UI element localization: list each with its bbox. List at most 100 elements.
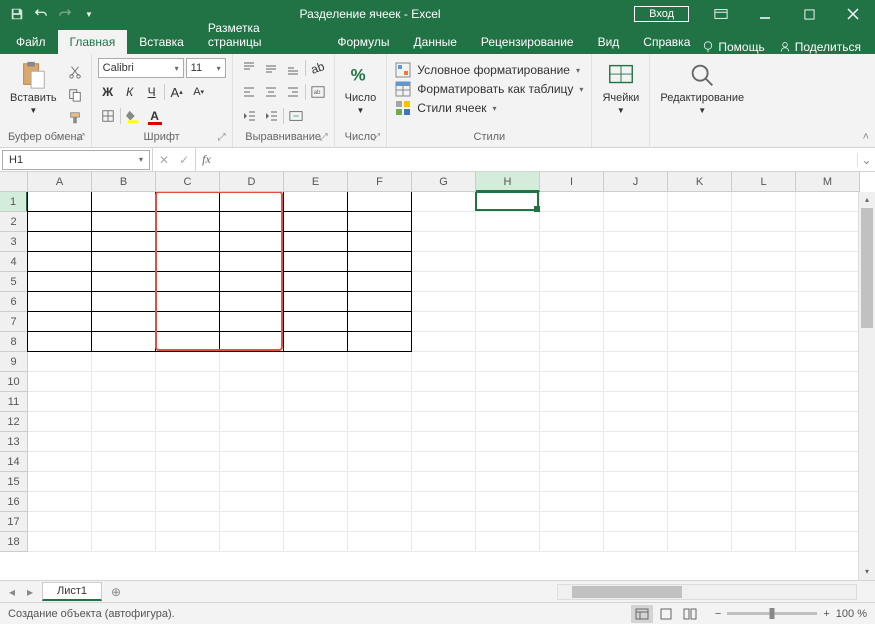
tell-me[interactable]: Помощь (702, 40, 764, 54)
cell[interactable] (283, 211, 348, 232)
cell[interactable] (604, 212, 668, 232)
cell[interactable] (219, 211, 284, 232)
tab-page-layout[interactable]: Разметка страницы (196, 16, 326, 54)
format-as-table-button[interactable]: Форматировать как таблицу▾ (395, 81, 583, 97)
cell[interactable] (796, 372, 860, 392)
cell[interactable] (348, 432, 412, 452)
underline-button[interactable]: Ч (142, 82, 162, 102)
cell[interactable] (220, 472, 284, 492)
cell[interactable] (27, 311, 92, 332)
cell[interactable] (156, 512, 220, 532)
col-header-H[interactable]: H (476, 172, 540, 192)
borders-icon[interactable] (98, 106, 118, 126)
row-header-5[interactable]: 5 (0, 272, 28, 292)
wrap-text-icon[interactable]: ab (308, 82, 328, 102)
cell[interactable] (796, 292, 860, 312)
cell[interactable] (156, 372, 220, 392)
orientation-icon[interactable]: ab (308, 58, 328, 78)
cell[interactable] (540, 432, 604, 452)
cell[interactable] (796, 392, 860, 412)
cell[interactable] (732, 452, 796, 472)
cell[interactable] (284, 352, 348, 372)
cancel-formula-icon[interactable]: ✕ (159, 153, 169, 167)
cell[interactable] (156, 432, 220, 452)
cell[interactable] (412, 432, 476, 452)
qat-save[interactable] (6, 3, 28, 25)
cell[interactable] (540, 292, 604, 312)
formula-input[interactable] (217, 148, 857, 171)
vertical-scrollbar[interactable]: ▴ ▾ (858, 192, 875, 580)
cell[interactable] (604, 252, 668, 272)
cell[interactable] (476, 292, 540, 312)
cell[interactable] (28, 492, 92, 512)
cell[interactable] (412, 412, 476, 432)
cell[interactable] (220, 432, 284, 452)
cell[interactable] (283, 251, 348, 272)
cell[interactable] (540, 452, 604, 472)
cell[interactable] (412, 392, 476, 412)
row-header-12[interactable]: 12 (0, 412, 28, 432)
cell[interactable] (668, 232, 732, 252)
row-header-14[interactable]: 14 (0, 452, 28, 472)
cell[interactable] (668, 272, 732, 292)
cell[interactable] (604, 432, 668, 452)
font-family-combo[interactable]: Calibri▾ (98, 58, 184, 78)
cell[interactable] (284, 392, 348, 412)
cell[interactable] (27, 192, 92, 212)
cell[interactable] (348, 372, 412, 392)
cell[interactable] (219, 311, 284, 332)
cell[interactable] (476, 352, 540, 372)
align-bottom-icon[interactable] (283, 58, 303, 78)
cell[interactable] (668, 352, 732, 372)
align-top-icon[interactable] (239, 58, 259, 78)
cell[interactable] (283, 231, 348, 252)
cell[interactable] (796, 432, 860, 452)
row-header-10[interactable]: 10 (0, 372, 28, 392)
cell[interactable] (540, 232, 604, 252)
cell[interactable] (668, 492, 732, 512)
font-color-icon[interactable]: A (145, 106, 165, 126)
row-header-3[interactable]: 3 (0, 232, 28, 252)
number-format-button[interactable]: % Число ▼ (341, 58, 381, 117)
cell[interactable] (28, 512, 92, 532)
sheet-nav-next[interactable]: ▸ (22, 585, 38, 599)
cell[interactable] (476, 212, 540, 232)
cell[interactable] (476, 192, 540, 212)
cell[interactable] (732, 232, 796, 252)
conditional-formatting-button[interactable]: Условное форматирование▾ (395, 62, 580, 78)
cell[interactable] (476, 232, 540, 252)
login-button[interactable]: Вход (634, 6, 689, 22)
cell[interactable] (27, 211, 92, 232)
cell[interactable] (220, 352, 284, 372)
zoom-out-button[interactable]: − (715, 608, 721, 620)
cell[interactable] (476, 392, 540, 412)
cell[interactable] (92, 432, 156, 452)
cell[interactable] (668, 532, 732, 552)
cell[interactable] (668, 472, 732, 492)
cell[interactable] (28, 532, 92, 552)
copy-icon[interactable] (65, 85, 85, 105)
cell[interactable] (668, 392, 732, 412)
cell[interactable] (155, 271, 220, 292)
select-all-button[interactable] (0, 172, 28, 192)
cell[interactable] (796, 512, 860, 532)
cell[interactable] (732, 532, 796, 552)
cell[interactable] (796, 472, 860, 492)
number-launcher[interactable]: ⤢ (372, 132, 380, 143)
row-header-13[interactable]: 13 (0, 432, 28, 452)
cell[interactable] (348, 512, 412, 532)
cell[interactable] (283, 331, 348, 352)
view-normal-icon[interactable] (631, 605, 653, 623)
cell[interactable] (540, 352, 604, 372)
cell[interactable] (156, 352, 220, 372)
cell[interactable] (732, 492, 796, 512)
col-header-F[interactable]: F (348, 172, 412, 192)
cell[interactable] (412, 472, 476, 492)
cell[interactable] (347, 211, 412, 232)
cell[interactable] (540, 312, 604, 332)
row-header-11[interactable]: 11 (0, 392, 28, 412)
cell[interactable] (604, 412, 668, 432)
collapse-ribbon-icon[interactable]: ˄ (863, 131, 869, 143)
tab-view[interactable]: Вид (586, 30, 632, 54)
cell[interactable] (219, 331, 284, 352)
